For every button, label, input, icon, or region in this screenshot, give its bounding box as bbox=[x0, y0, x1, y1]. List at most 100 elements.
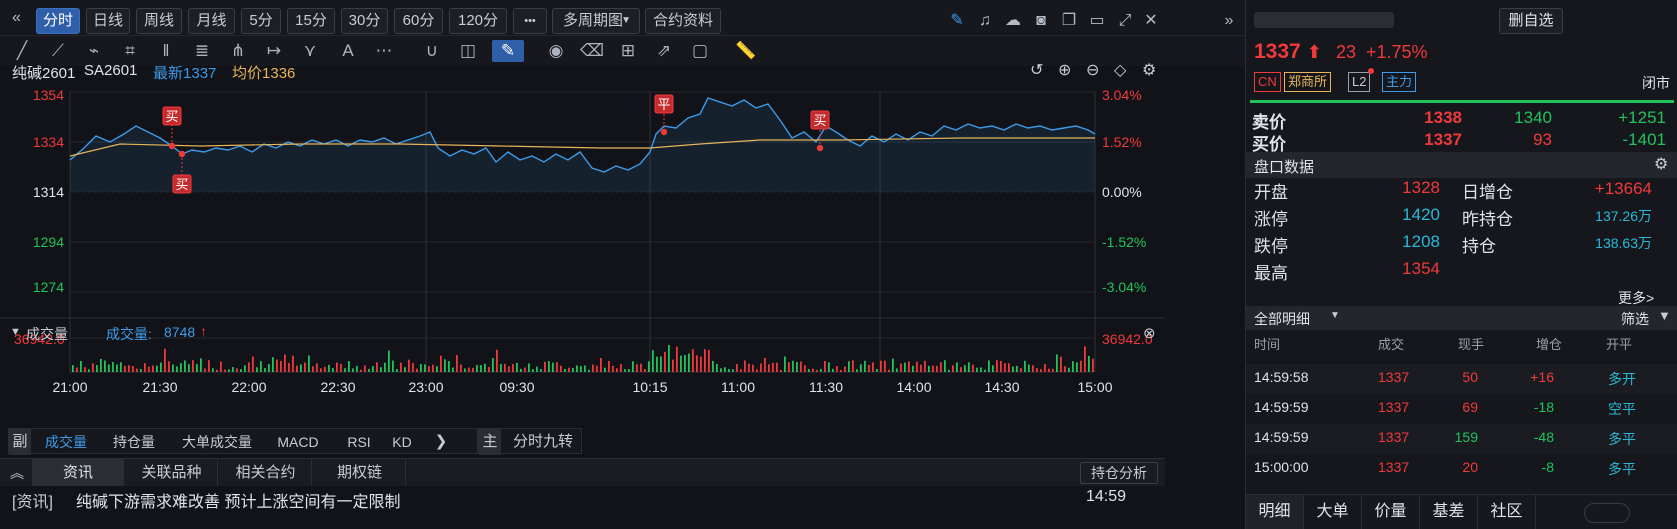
news-tabbar: ︽ 资讯 关联品种 相关合约 期权链 持仓分析 bbox=[0, 458, 1165, 486]
orderbook-settings-icon[interactable]: ⚙ bbox=[1654, 154, 1668, 174]
collapse-news-icon[interactable]: ︽ bbox=[10, 463, 24, 483]
period-button-2[interactable]: 周线 bbox=[136, 8, 182, 34]
share-icon[interactable]: ⇗ bbox=[652, 40, 676, 62]
period-button-7[interactable]: 60分 bbox=[394, 8, 443, 34]
collapse-right-icon[interactable]: » bbox=[1218, 10, 1240, 32]
news-tab-1[interactable]: 关联品种 bbox=[126, 459, 218, 486]
line-tool-icon[interactable]: ╱ bbox=[10, 40, 34, 62]
more-periods-button[interactable]: ••• bbox=[513, 8, 547, 34]
measure-tool-icon[interactable]: ↦ bbox=[262, 40, 286, 62]
collapse-left-icon[interactable]: « bbox=[12, 9, 21, 27]
period-button-1[interactable]: 日线 bbox=[86, 8, 130, 34]
volume-bar bbox=[1080, 360, 1082, 372]
magnet-icon[interactable]: ∪ bbox=[420, 40, 444, 62]
lock-tool-icon[interactable]: ◫ bbox=[456, 40, 480, 62]
text-tool-icon[interactable]: A bbox=[336, 40, 360, 62]
tab-main-indicator[interactable]: 分时九转 bbox=[507, 429, 579, 455]
close-icon[interactable]: ✕ bbox=[1140, 10, 1162, 32]
detail-dropdown-icon[interactable]: ▼ bbox=[1330, 310, 1340, 321]
bid-delta: -1401 bbox=[1622, 130, 1666, 149]
filter-icon[interactable]: ▼ bbox=[1658, 308, 1671, 323]
draw-pen-icon[interactable]: ✎ bbox=[946, 10, 968, 32]
comment-icon[interactable]: ▢ bbox=[688, 40, 712, 62]
candle-tool-icon[interactable]: ‖ bbox=[154, 40, 178, 62]
zoom-out-icon[interactable]: ⊖ bbox=[1086, 60, 1099, 80]
period-button-6[interactable]: 30分 bbox=[341, 8, 388, 34]
volume-bar bbox=[384, 362, 386, 372]
bottom-tab-4[interactable]: 社区 bbox=[1478, 495, 1536, 529]
bottom-tab-3[interactable]: 基差 bbox=[1420, 495, 1478, 529]
period-button-5[interactable]: 15分 bbox=[287, 8, 335, 34]
tab-indicator-1[interactable]: 持仓量 bbox=[107, 429, 161, 455]
volume-bar bbox=[1044, 363, 1046, 372]
bell-icon[interactable]: ♫ bbox=[974, 10, 996, 32]
volume-bar bbox=[648, 361, 650, 372]
segment-tool-icon[interactable]: ⟋ bbox=[46, 40, 70, 62]
draw-mode-icon[interactable]: ✎ bbox=[492, 40, 524, 62]
volume-bar bbox=[252, 356, 254, 372]
period-button-0[interactable]: 分时 bbox=[36, 8, 80, 34]
volume-bar bbox=[220, 361, 222, 372]
volume-bar bbox=[284, 354, 286, 372]
zoom-in-icon[interactable]: ⊕ bbox=[1058, 60, 1071, 80]
intraday-chart[interactable]: 1354 1334 1314 1294 1274 3.04% 1.52% 0.00% -1.52… bbox=[0, 90, 1165, 430]
fib-tool-icon[interactable]: ≣ bbox=[190, 40, 214, 62]
volume-bar bbox=[1088, 355, 1090, 372]
volume-bar bbox=[236, 368, 238, 372]
volume-bar bbox=[88, 369, 90, 372]
pitchfork-tool-icon[interactable]: ⋎ bbox=[298, 40, 322, 62]
volume-bar bbox=[76, 367, 78, 372]
volume-bar bbox=[540, 368, 542, 372]
bottom-tab-2[interactable]: 价量 bbox=[1362, 495, 1420, 529]
volume-bar bbox=[576, 365, 578, 372]
period-button-8[interactable]: 120分 bbox=[449, 8, 507, 34]
undo-icon[interactable]: ↺ bbox=[1030, 60, 1043, 80]
volume-bar bbox=[800, 361, 802, 372]
volume-bar bbox=[484, 363, 486, 372]
camera-icon[interactable]: ◙ bbox=[1030, 10, 1052, 32]
eye-icon[interactable]: ◉ bbox=[544, 40, 568, 62]
volume-bar bbox=[1024, 360, 1026, 372]
grid-icon[interactable]: ⊞ bbox=[616, 40, 640, 62]
tab-indicator-5[interactable]: KD bbox=[385, 429, 419, 455]
settings-icon[interactable]: ⚙ bbox=[1142, 60, 1156, 80]
bottom-tab-1[interactable]: 大单 bbox=[1304, 495, 1362, 529]
volume-bar bbox=[276, 359, 278, 372]
collapse-volume-icon[interactable]: ▼ bbox=[10, 326, 21, 338]
reset-icon[interactable]: ◇ bbox=[1114, 60, 1126, 80]
news-tab-2[interactable]: 相关合约 bbox=[220, 459, 312, 486]
cloud-icon[interactable]: ☁ bbox=[1002, 10, 1024, 32]
volume-bar bbox=[848, 361, 850, 372]
monitor-icon[interactable]: ▭ bbox=[1086, 10, 1108, 32]
tab-indicator-0[interactable]: 成交量 bbox=[39, 429, 93, 455]
position-analysis-button[interactable]: 持仓分析 bbox=[1080, 462, 1158, 484]
trash-icon[interactable]: ⌫ bbox=[580, 40, 604, 62]
more-indicators-icon[interactable]: ❯ bbox=[429, 429, 453, 455]
rect-tool-icon[interactable]: ⌗ bbox=[118, 40, 142, 62]
tab-indicator-4[interactable]: RSI bbox=[341, 429, 377, 455]
delete-watch-button[interactable]: 删自选 bbox=[1499, 8, 1563, 34]
filter-label[interactable]: 筛选 bbox=[1621, 309, 1649, 329]
close-volume-icon[interactable]: ⊗ bbox=[1143, 324, 1156, 342]
tab-indicator-2[interactable]: 大单成交量 bbox=[175, 429, 259, 455]
tab-indicator-3[interactable]: MACD bbox=[271, 429, 325, 455]
multi-period-dropdown[interactable]: 多周期图 ▼ bbox=[552, 8, 640, 34]
news-tab-3[interactable]: 期权链 bbox=[314, 459, 406, 486]
news-item[interactable]: [资讯] 纯碱下游需求难改善 预计上涨空间有一定限制 14:59 bbox=[0, 486, 1165, 512]
bottom-tab-0[interactable]: 明细 bbox=[1246, 495, 1304, 529]
period-button-3[interactable]: 月线 bbox=[188, 8, 235, 34]
volume-bar bbox=[1016, 365, 1018, 372]
volume-bar bbox=[412, 362, 414, 372]
contract-info-button[interactable]: 合约资料 bbox=[645, 8, 721, 34]
ruler-icon[interactable]: 📏 bbox=[734, 40, 758, 62]
path-tool-icon[interactable]: ⌁ bbox=[82, 40, 106, 62]
window-copy-icon[interactable]: ❐ bbox=[1058, 10, 1080, 32]
fan-tool-icon[interactable]: ⋔ bbox=[226, 40, 250, 62]
news-tab-0[interactable]: 资讯 bbox=[32, 459, 124, 486]
more-tools-icon[interactable]: ⋯ bbox=[372, 40, 396, 62]
period-button-4[interactable]: 5分 bbox=[241, 8, 281, 34]
fullscreen-icon[interactable]: ⤢ bbox=[1114, 10, 1136, 32]
volume-bar bbox=[84, 367, 86, 372]
more-link[interactable]: 更多> bbox=[1618, 288, 1654, 308]
volume-bar bbox=[864, 360, 866, 372]
